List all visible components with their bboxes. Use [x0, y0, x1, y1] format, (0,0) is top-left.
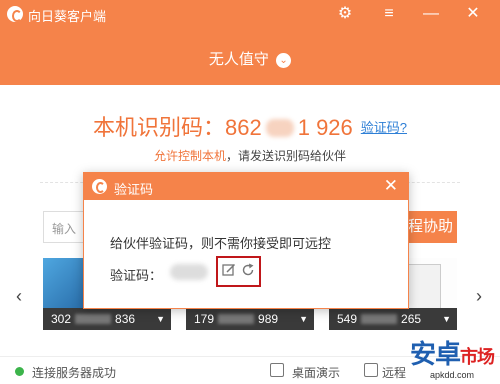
dialog-title: 验证码: [114, 182, 154, 197]
id-value-part2: 1 926: [297, 115, 353, 140]
next-arrow-icon[interactable]: ›: [476, 286, 482, 307]
send-id-text: ，请发送识别码给伙伴: [226, 149, 347, 163]
title-bar: 向日葵客户端 ⚙ ≡ — ✕: [0, 0, 500, 28]
id-blurred-segment: [265, 119, 294, 137]
dialog-title-bar: 验证码 ✕: [84, 173, 408, 200]
close-icon[interactable]: ✕: [462, 3, 484, 25]
remote-icon[interactable]: [364, 363, 378, 377]
close-icon[interactable]: ✕: [384, 176, 398, 196]
watermark-logo: 安卓市场 apkdd.com: [409, 339, 495, 380]
thumbnail-caption: 302 836 ▼: [43, 308, 171, 330]
thumbnail-caption: 549 265 ▼: [329, 308, 457, 330]
allow-control-line: 允许控制本机，请发送识别码给伙伴: [0, 147, 500, 164]
mode-label: 无人值守: [208, 51, 269, 68]
refresh-icon[interactable]: [241, 263, 255, 277]
id-value-part1: 862: [225, 115, 262, 140]
remote-button[interactable]: 远程: [382, 364, 406, 381]
dropdown-icon: ▼: [299, 314, 308, 324]
machine-id-line: 本机识别码：862 1 926 验证码?: [0, 110, 500, 142]
sunflower-logo-icon: [92, 179, 107, 194]
minimize-icon[interactable]: —: [420, 3, 442, 25]
chevron-down-icon: ⌄: [276, 53, 292, 68]
connection-status-text: 连接服务器成功: [32, 366, 117, 380]
mode-selector[interactable]: 无人值守 ⌄: [0, 48, 500, 69]
prev-arrow-icon[interactable]: ‹: [16, 286, 22, 307]
code-label: 验证码：: [110, 268, 163, 283]
dropdown-icon: ▼: [156, 314, 165, 324]
thumbnail-caption: 179 989 ▼: [186, 308, 314, 330]
partner-id-placeholder: 输入: [52, 222, 77, 236]
edit-icon[interactable]: [222, 263, 236, 277]
menu-icon[interactable]: ≡: [378, 3, 400, 25]
verify-code-dialog: 验证码 ✕ 给伙伴验证码，则不需你接受即可远控 验证码：: [83, 172, 409, 309]
sunflower-logo-icon: [7, 6, 23, 22]
dialog-message: 给伙伴验证码，则不需你接受即可远控: [110, 236, 332, 251]
code-value-blurred: [170, 264, 208, 280]
desktop-demo-button[interactable]: 桌面演示: [292, 364, 340, 381]
header: 无人值守 ⌄: [0, 28, 500, 85]
desktop-demo-icon[interactable]: [270, 363, 284, 377]
app-title: 向日葵客户端: [28, 9, 107, 24]
allow-control-text[interactable]: 允许控制本机: [154, 149, 226, 163]
id-label: 本机识别码：: [92, 115, 225, 140]
connection-status-icon: [15, 367, 24, 376]
verify-code-link[interactable]: 验证码?: [361, 120, 407, 135]
settings-gear-icon[interactable]: ⚙: [334, 3, 356, 25]
dropdown-icon: ▼: [442, 314, 451, 324]
